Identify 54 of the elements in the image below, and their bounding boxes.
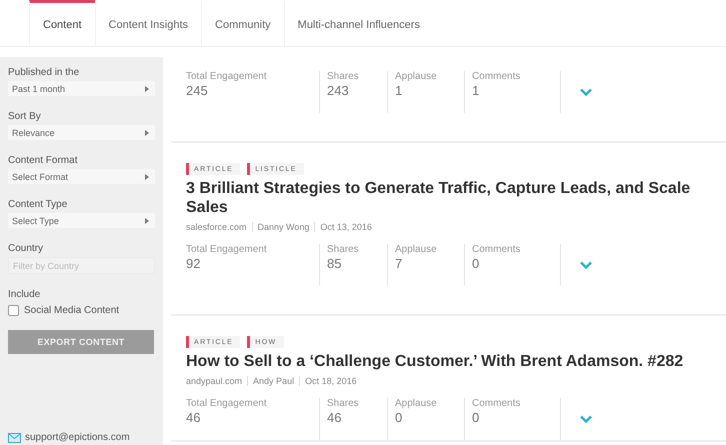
stat-value: 0: [472, 410, 480, 425]
chevron-down-icon: [580, 261, 592, 269]
article-meta: Oct 13, 2016: [314, 222, 377, 232]
article-meta: salesforce.com: [186, 222, 248, 232]
stat-value: 7: [395, 256, 404, 271]
article-title[interactable]: 3 Brilliant Strategies to Generate Traffic, Capture Leads, and Scale Sales: [186, 179, 696, 217]
article-title[interactable]: How to Sell to a ‘Challenge Customer.’ With Brent Adamson. #282: [186, 352, 696, 371]
stat-label: Shares: [327, 244, 360, 255]
dropdown[interactable]: Select Type: [8, 213, 155, 228]
stat-value: 92: [186, 256, 202, 271]
checkbox-option[interactable]: Social Media Content: [8, 305, 155, 316]
stat-label: Total Engagement: [186, 398, 268, 409]
filter-label: Content Type: [8, 199, 68, 210]
dropdown[interactable]: Past 1 month: [8, 81, 155, 96]
dropdown[interactable]: Select Format: [8, 169, 155, 184]
stat-label: Applause: [395, 71, 438, 82]
article-meta: Andy Paul: [247, 376, 300, 386]
filter-label: Sort By: [8, 111, 42, 122]
envelope-icon: [8, 432, 21, 442]
dropdown[interactable]: Relevance: [8, 125, 155, 140]
stat-value: 1: [395, 83, 404, 98]
stat-value: 245: [186, 83, 209, 98]
stat-label: Total Engagement: [186, 71, 268, 82]
stat-label: Applause: [395, 398, 438, 409]
stat-label: Shares: [327, 71, 360, 82]
caret-icon: [145, 86, 149, 92]
stat-value: 1: [472, 83, 480, 98]
chevron-down-icon: [580, 88, 592, 96]
stat-value: 0: [395, 410, 404, 425]
article-meta: Oct 18, 2016: [299, 376, 362, 386]
stat-label: Total Engagement: [186, 244, 268, 255]
filter-label: Published in the: [8, 67, 80, 78]
stat-value: 243: [327, 83, 350, 98]
stat-value: 46: [327, 410, 342, 425]
chevron-down-icon: [580, 415, 592, 423]
tab[interactable]: Content: [29, 0, 95, 46]
stat-label: Comments: [472, 71, 522, 82]
caret-icon: [145, 218, 149, 224]
stat-label: Applause: [395, 244, 438, 255]
filter-label: Content Format: [8, 155, 78, 166]
stat-label: Comments: [472, 244, 522, 255]
stat-label: Comments: [472, 398, 522, 409]
filter-label: Include: [8, 289, 42, 300]
checkbox[interactable]: [8, 305, 19, 316]
article-meta: Danny Wong: [252, 222, 314, 232]
stat-label: Shares: [327, 398, 360, 409]
caret-icon: [145, 174, 149, 180]
support-link[interactable]: support@epictions.com: [25, 432, 130, 443]
stat-value: 85: [327, 256, 342, 271]
article-meta: andypaul.com: [186, 376, 244, 386]
stat-value: 46: [186, 410, 202, 425]
stat-value: 0: [472, 256, 480, 271]
filter-label: Country: [8, 243, 44, 254]
caret-icon: [145, 130, 149, 136]
